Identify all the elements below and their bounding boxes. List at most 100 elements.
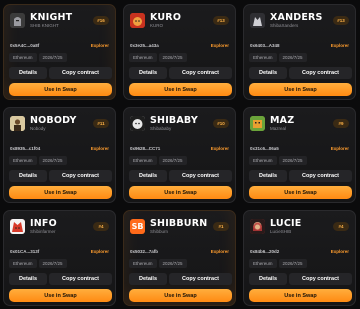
- token-subtitle: LucieSHIB: [270, 229, 292, 234]
- explorer-link[interactable]: Explorer: [91, 43, 109, 48]
- pixel-dog-icon: [250, 116, 265, 131]
- sb-logo-icon: SB: [130, 219, 145, 234]
- lucie-icon: [250, 219, 265, 234]
- token-card: SB SHIBBURN Shibburn #1 0x5032...7afb Ex…: [123, 210, 236, 306]
- token-subtitle: SHIB KNIGHT: [30, 23, 59, 28]
- use-in-swap-button[interactable]: Use in Swap: [129, 289, 232, 302]
- use-in-swap-button[interactable]: Use in Swap: [129, 186, 232, 199]
- contract-address: 0x5032...7afb: [130, 249, 159, 254]
- token-name: SHIBABY: [150, 115, 198, 126]
- copy-contract-button[interactable]: Copy contract: [49, 67, 112, 79]
- token-name: LUCIE: [270, 218, 302, 229]
- token-subtitle: Nobody: [30, 126, 46, 131]
- rank-badge: #10: [213, 119, 229, 128]
- action-row: Details Copy contract: [129, 273, 232, 285]
- copy-contract-button[interactable]: Copy contract: [289, 273, 352, 285]
- token-subtitle: ShibaXanders: [270, 23, 299, 28]
- chain-tag: Ethereum: [129, 259, 157, 268]
- explorer-link[interactable]: Explorer: [331, 146, 349, 151]
- sb-logo-text: SB: [131, 222, 144, 231]
- chain-tag: Ethereum: [249, 53, 277, 62]
- action-row: Details Copy contract: [249, 273, 352, 285]
- action-row: Details Copy contract: [9, 170, 112, 182]
- explorer-link[interactable]: Explorer: [211, 249, 229, 254]
- chain-tag: Ethereum: [249, 156, 277, 165]
- use-in-swap-button[interactable]: Use in Swap: [9, 186, 112, 199]
- use-in-swap-button[interactable]: Use in Swap: [129, 83, 232, 96]
- use-in-swap-button[interactable]: Use in Swap: [249, 83, 352, 96]
- baby-shiba-icon: [130, 116, 145, 131]
- action-row: Details Copy contract: [249, 67, 352, 79]
- details-button[interactable]: Details: [9, 67, 47, 79]
- tag-row: Ethereum 2026/7/25: [249, 156, 307, 165]
- rank-badge: #11: [93, 119, 109, 128]
- token-name: SHIBBURN: [150, 218, 208, 229]
- tag-row: Ethereum 2026/7/25: [9, 53, 67, 62]
- date-tag: 2026/7/25: [278, 53, 307, 62]
- copy-contract-button[interactable]: Copy contract: [49, 273, 112, 285]
- date-tag: 2026/7/25: [278, 259, 307, 268]
- contract-address: 0x9628...CC71: [130, 146, 161, 151]
- tag-row: Ethereum 2026/7/25: [249, 53, 307, 62]
- contract-address: 0x01CA...313f: [10, 249, 40, 254]
- action-row: Details Copy contract: [9, 67, 112, 79]
- token-grid: KNIGHT SHIB KNIGHT #16 0x5A4C...0a8f Exp…: [3, 4, 357, 306]
- copy-contract-button[interactable]: Copy contract: [289, 67, 352, 79]
- token-name: NOBODY: [30, 115, 77, 126]
- date-tag: 2026/7/25: [38, 156, 67, 165]
- token-card: LUCIE LucieSHIB #4 0x84b6...20d2 Explore…: [243, 210, 356, 306]
- explorer-link[interactable]: Explorer: [91, 146, 109, 151]
- rank-badge: #13: [213, 16, 229, 25]
- copy-contract-button[interactable]: Copy contract: [169, 67, 232, 79]
- tag-row: Ethereum 2026/7/25: [129, 259, 187, 268]
- token-card: INFO Shibinfarmer #4 0x01CA...313f Explo…: [3, 210, 116, 306]
- use-in-swap-button[interactable]: Use in Swap: [9, 289, 112, 302]
- details-button[interactable]: Details: [129, 273, 167, 285]
- date-tag: 2026/7/25: [278, 156, 307, 165]
- details-button[interactable]: Details: [9, 273, 47, 285]
- knight-icon: [10, 13, 25, 28]
- token-card: KNIGHT SHIB KNIGHT #16 0x5A4C...0a8f Exp…: [3, 4, 116, 100]
- details-button[interactable]: Details: [249, 170, 287, 182]
- copy-contract-button[interactable]: Copy contract: [169, 273, 232, 285]
- copy-contract-button[interactable]: Copy contract: [289, 170, 352, 182]
- explorer-link[interactable]: Explorer: [211, 146, 229, 151]
- contract-address: 0x84b6...20d2: [250, 249, 280, 254]
- rank-badge: #1: [213, 222, 229, 231]
- details-button[interactable]: Details: [249, 67, 287, 79]
- token-subtitle: Shibinfarmer: [30, 229, 56, 234]
- token-name: MAZ: [270, 115, 295, 126]
- use-in-swap-button[interactable]: Use in Swap: [249, 186, 352, 199]
- chain-tag: Ethereum: [129, 156, 157, 165]
- action-row: Details Copy contract: [9, 273, 112, 285]
- rank-badge: #13: [333, 16, 349, 25]
- token-card: SHIBABY Shibababy #10 0x9628...CC71 Expl…: [123, 107, 236, 203]
- explorer-link[interactable]: Explorer: [211, 43, 229, 48]
- details-button[interactable]: Details: [129, 67, 167, 79]
- use-in-swap-button[interactable]: Use in Swap: [9, 83, 112, 96]
- explorer-link[interactable]: Explorer: [91, 249, 109, 254]
- details-button[interactable]: Details: [129, 170, 167, 182]
- contract-address: 0x6403...A348: [250, 43, 280, 48]
- tag-row: Ethereum 2026/7/25: [9, 259, 67, 268]
- use-in-swap-button[interactable]: Use in Swap: [249, 289, 352, 302]
- explorer-link[interactable]: Explorer: [331, 43, 349, 48]
- date-tag: 2026/7/25: [158, 259, 187, 268]
- chain-tag: Ethereum: [9, 259, 37, 268]
- copy-contract-button[interactable]: Copy contract: [49, 170, 112, 182]
- chain-tag: Ethereum: [249, 259, 277, 268]
- token-subtitle: Shibburn: [150, 229, 169, 234]
- portrait-icon: [10, 116, 25, 131]
- rank-badge: #9: [333, 119, 349, 128]
- explorer-link[interactable]: Explorer: [331, 249, 349, 254]
- rank-badge: #4: [333, 222, 349, 231]
- token-name: KURO: [150, 12, 182, 23]
- details-button[interactable]: Details: [9, 170, 47, 182]
- details-button[interactable]: Details: [249, 273, 287, 285]
- red-shiba-icon: [10, 219, 25, 234]
- copy-contract-button[interactable]: Copy contract: [169, 170, 232, 182]
- token-name: INFO: [30, 218, 57, 229]
- chain-tag: Ethereum: [9, 156, 37, 165]
- token-card: XANDERS ShibaXanders #13 0x6403...A348 E…: [243, 4, 356, 100]
- token-card: MAZ Mazreal #9 0x31c6...06a5 Explorer Et…: [243, 107, 356, 203]
